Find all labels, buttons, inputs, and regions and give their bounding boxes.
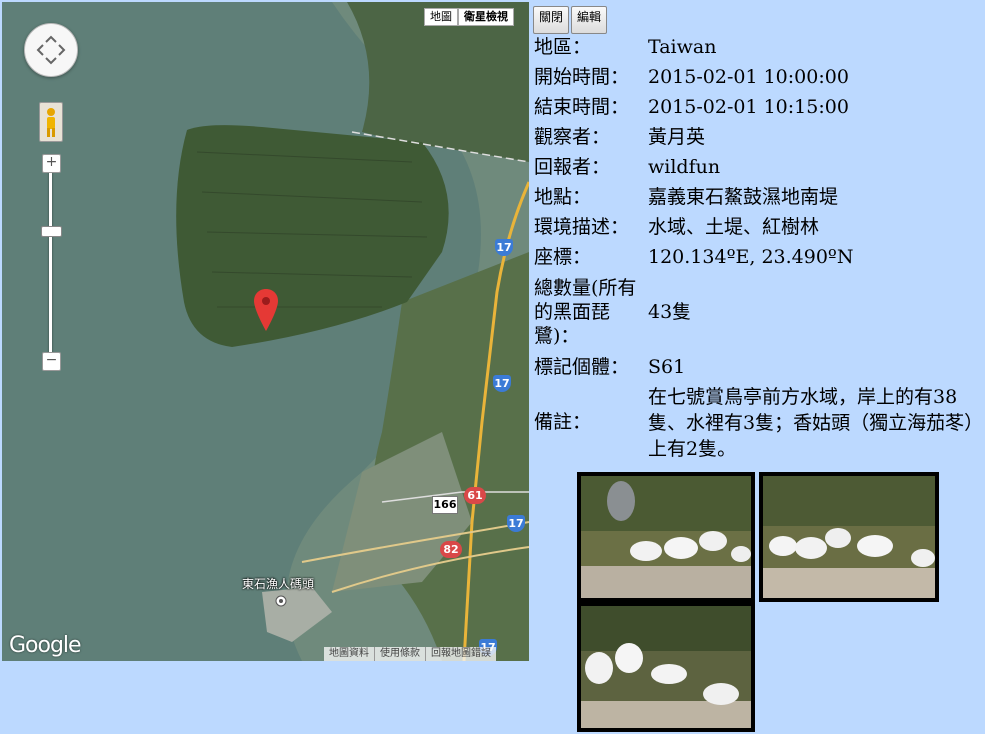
map-type-button-satellite[interactable]: 衛星檢視 [458, 8, 514, 26]
pan-arrows-icon [36, 35, 66, 65]
detail-key: 環境描述： [534, 216, 630, 238]
observation-photo-1[interactable] [577, 472, 755, 602]
detail-key: 結束時間： [534, 96, 630, 118]
zoom-slider-handle[interactable] [41, 226, 62, 237]
satellite-imagery [2, 2, 529, 661]
detail-key: 總數量(所有的黑面琵鷺)： [534, 277, 637, 347]
observation-photo-2[interactable] [759, 472, 939, 602]
detail-row-observer: 觀察者： 黃月英 [532, 122, 978, 152]
detail-key: 備註： [534, 411, 592, 433]
detail-key: 地區： [534, 36, 592, 58]
detail-value: 嘉義東石鰲鼓濕地南堤 [648, 186, 839, 208]
location-marker-icon[interactable] [254, 289, 278, 331]
map-view[interactable]: 地圖 衛星檢視 + − 17 17 17 17 61 82 166 東石漁人碼頭 [2, 2, 529, 661]
detail-value: 黃月英 [648, 126, 706, 148]
observation-photo-3[interactable] [577, 602, 755, 732]
terms-of-use-link[interactable]: 使用條款 [375, 647, 426, 661]
zoom-out-button[interactable]: − [42, 352, 61, 371]
detail-key: 觀察者： [534, 126, 611, 148]
detail-value: Taiwan [648, 36, 717, 58]
detail-key: 回報者： [534, 156, 611, 178]
detail-row-tagged-individual: 標記個體： S61 [532, 352, 978, 382]
map-data-link[interactable]: 地圖資料 [324, 647, 375, 661]
road-shield-17: 17 [495, 239, 513, 256]
edit-button[interactable]: 編輯 [571, 6, 608, 34]
spoonbills-photo-2 [763, 476, 935, 598]
observation-details: 地區： Taiwan 開始時間： 2015-02-01 10:00:00 結束時… [532, 32, 978, 462]
detail-value: 43隻 [648, 301, 692, 323]
map-footer: 地圖資料 使用條款 回報地圖錯誤 [324, 647, 496, 661]
detail-key: 座標： [534, 246, 592, 268]
detail-row-coordinates: 座標： 120.134ºE, 23.490ºN [532, 242, 978, 272]
detail-row-location: 地點： 嘉義東石鰲鼓濕地南堤 [532, 182, 978, 212]
spoonbills-photo-3 [581, 606, 751, 728]
detail-value: wildfun [648, 156, 721, 178]
detail-row-region: 地區： Taiwan [532, 32, 978, 62]
report-map-error-link[interactable]: 回報地圖錯誤 [426, 647, 496, 661]
detail-value: 在七號賞鳥亭前方水域，岸上的有38隻、水裡有3隻；香姑頭（獨立海茄苳）上有2隻。 [648, 386, 974, 460]
road-shield-82: 82 [440, 541, 462, 558]
detail-row-start-time: 開始時間： 2015-02-01 10:00:00 [532, 62, 978, 92]
road-shield-17: 17 [493, 375, 511, 392]
zoom-in-button[interactable]: + [42, 154, 61, 173]
google-logo[interactable]: Google [9, 633, 82, 658]
detail-value: S61 [648, 356, 686, 378]
spoonbills-photo-1 [581, 476, 751, 598]
detail-key: 標記個體： [534, 356, 630, 378]
detail-row-environment: 環境描述： 水域、土堤、紅樹林 [532, 212, 978, 242]
road-shield-61: 61 [464, 487, 486, 504]
place-label-harbor[interactable]: 東石漁人碼頭 [242, 575, 314, 592]
pan-control[interactable] [24, 23, 78, 77]
detail-value: 水域、土堤、紅樹林 [648, 216, 820, 238]
detail-row-total-count: 總數量(所有的黑面琵鷺)： 43隻 [532, 272, 978, 352]
detail-row-reporter: 回報者： wildfun [532, 152, 978, 182]
map-type-selector: 地圖 衛星檢視 [424, 8, 514, 26]
detail-key: 開始時間： [534, 66, 630, 88]
road-shield-17: 17 [507, 515, 525, 532]
detail-value: 120.134ºE, 23.490ºN [648, 246, 854, 268]
street-view-pegman-icon[interactable] [39, 102, 63, 142]
close-button[interactable]: 關閉 [533, 6, 570, 34]
detail-value: 2015-02-01 10:15:00 [648, 96, 849, 118]
detail-value: 2015-02-01 10:00:00 [648, 66, 849, 88]
road-shield-166: 166 [432, 496, 458, 514]
detail-key: 地點： [534, 186, 592, 208]
map-type-button-map[interactable]: 地圖 [424, 8, 458, 26]
harbor-poi-icon[interactable] [275, 595, 287, 607]
detail-row-remarks: 備註： 在七號賞鳥亭前方水域，岸上的有38隻、水裡有3隻；香姑頭（獨立海茄苳）上… [532, 382, 978, 462]
detail-row-end-time: 結束時間： 2015-02-01 10:15:00 [532, 92, 978, 122]
zoom-slider-track[interactable] [49, 162, 52, 360]
panel-toolbar: 關閉 編輯 [533, 6, 609, 34]
